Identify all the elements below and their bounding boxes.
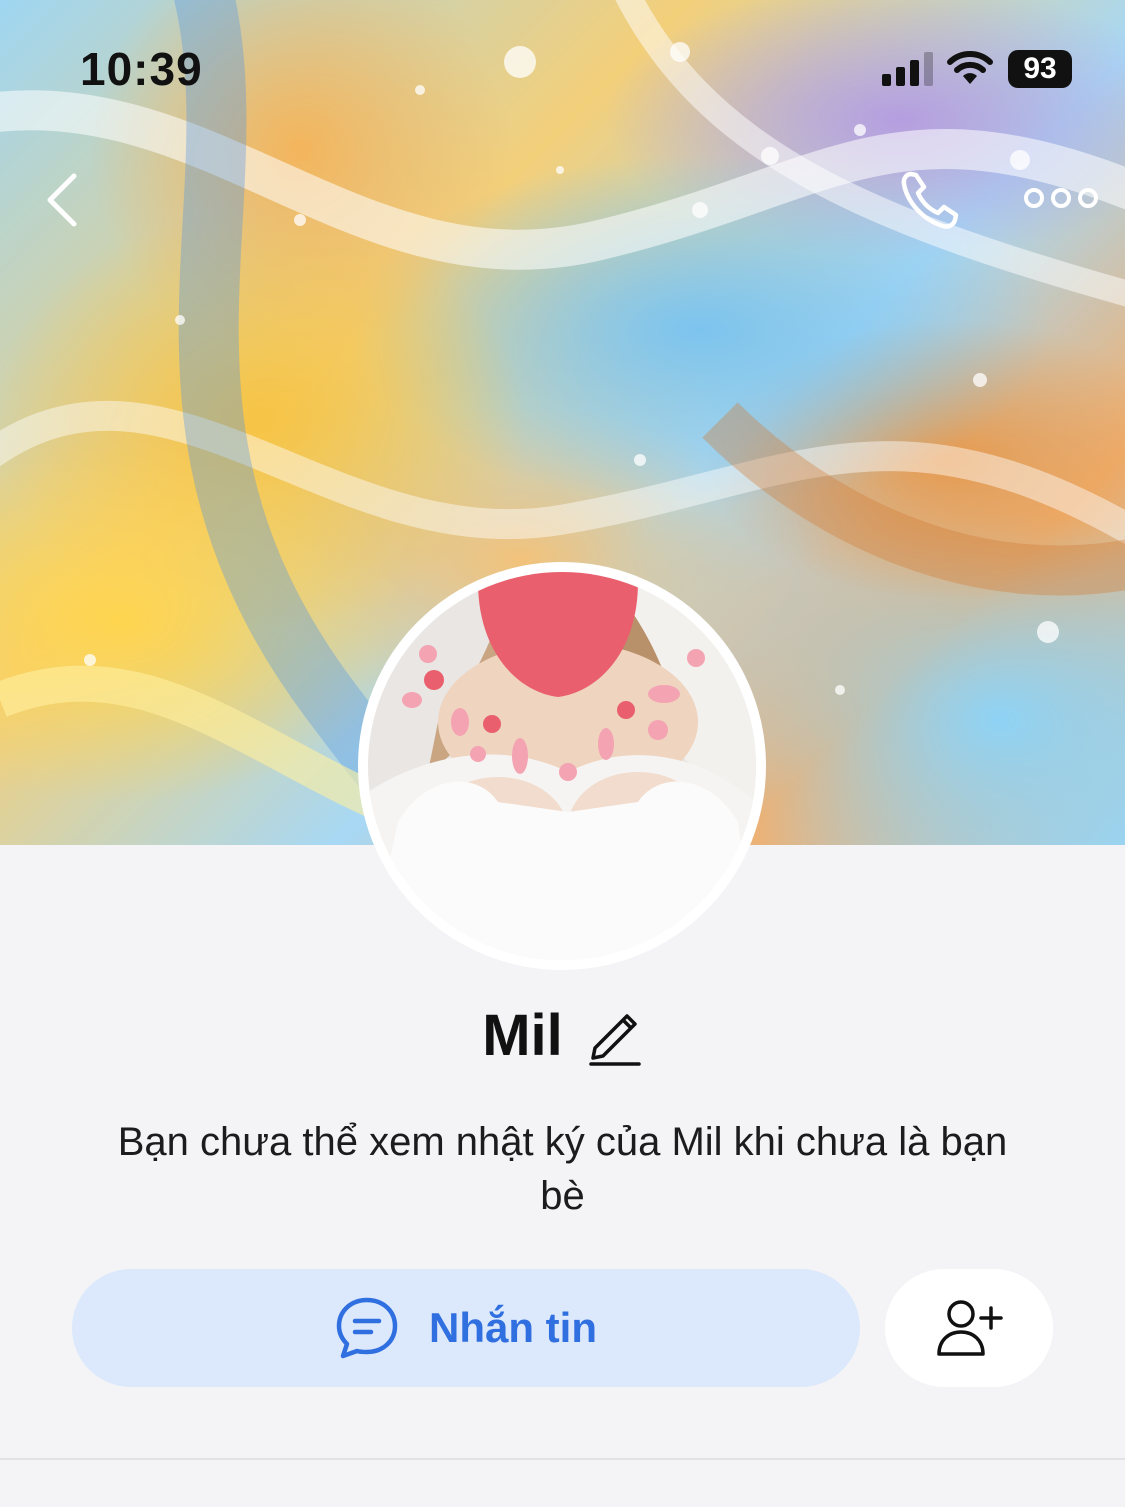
profile-name: Mil	[482, 1002, 563, 1068]
battery-indicator: 93	[1008, 50, 1072, 88]
section-divider	[0, 1458, 1125, 1460]
phone-icon[interactable]	[895, 166, 965, 236]
add-user-icon	[937, 1300, 1003, 1356]
status-time: 10:39	[80, 43, 203, 95]
profile-name-row: Mil	[0, 1000, 1125, 1070]
privacy-notice: Bạn chưa thể xem nhật ký của Mil khi chư…	[117, 1120, 1008, 1218]
wifi-icon	[947, 51, 993, 84]
message-button[interactable]: Nhắn tin	[72, 1269, 860, 1387]
chevron-left-icon[interactable]	[40, 170, 90, 230]
status-bar: 10:39 93	[0, 0, 1125, 140]
avatar-photo	[368, 572, 756, 960]
chat-bubble-icon	[336, 1297, 398, 1359]
pencil-icon[interactable]	[587, 1004, 643, 1066]
cellular-signal-icon	[882, 52, 933, 86]
message-button-label: Nhắn tin	[429, 1304, 597, 1351]
add-friend-button[interactable]	[885, 1269, 1053, 1387]
more-horizontal-icon[interactable]	[1022, 180, 1100, 216]
avatar[interactable]	[358, 562, 766, 970]
top-navigation	[0, 160, 1125, 240]
